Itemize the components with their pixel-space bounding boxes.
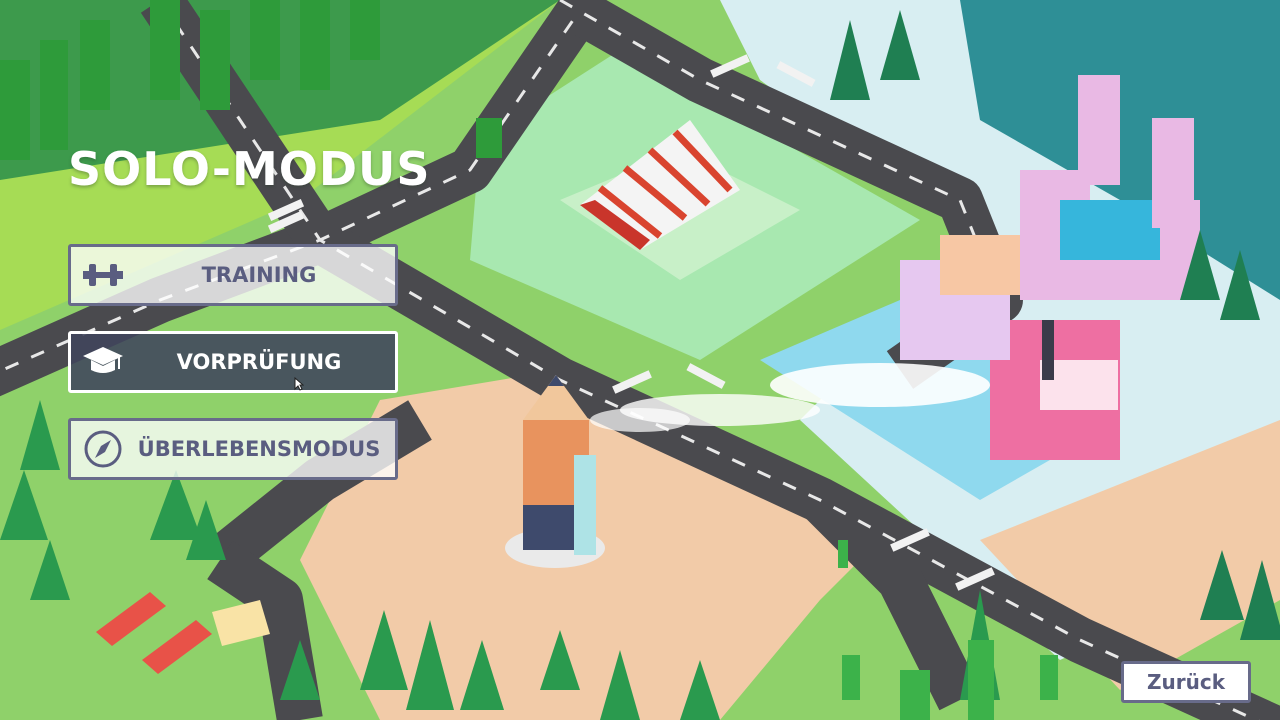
- game-screen: SOLO-MODUS TRAINING VORPRÜFUNG ÜBERLEBEN…: [0, 0, 1280, 720]
- compass-icon: [84, 430, 122, 468]
- mouse-cursor-icon: [294, 377, 304, 391]
- vorpruefung-button[interactable]: VORPRÜFUNG: [68, 331, 398, 393]
- training-button[interactable]: TRAINING: [68, 244, 398, 306]
- page-title: SOLO-MODUS: [68, 142, 431, 196]
- graduation-cap-icon: [83, 347, 123, 373]
- dumbbell-icon: [83, 264, 123, 286]
- ueberlebensmodus-button[interactable]: ÜBERLEBENSMODUS: [68, 418, 398, 480]
- back-button[interactable]: Zurück: [1121, 661, 1251, 703]
- training-label: TRAINING: [201, 263, 317, 287]
- ueberlebensmodus-label: ÜBERLEBENSMODUS: [137, 437, 381, 461]
- vorpruefung-label: VORPRÜFUNG: [176, 350, 342, 374]
